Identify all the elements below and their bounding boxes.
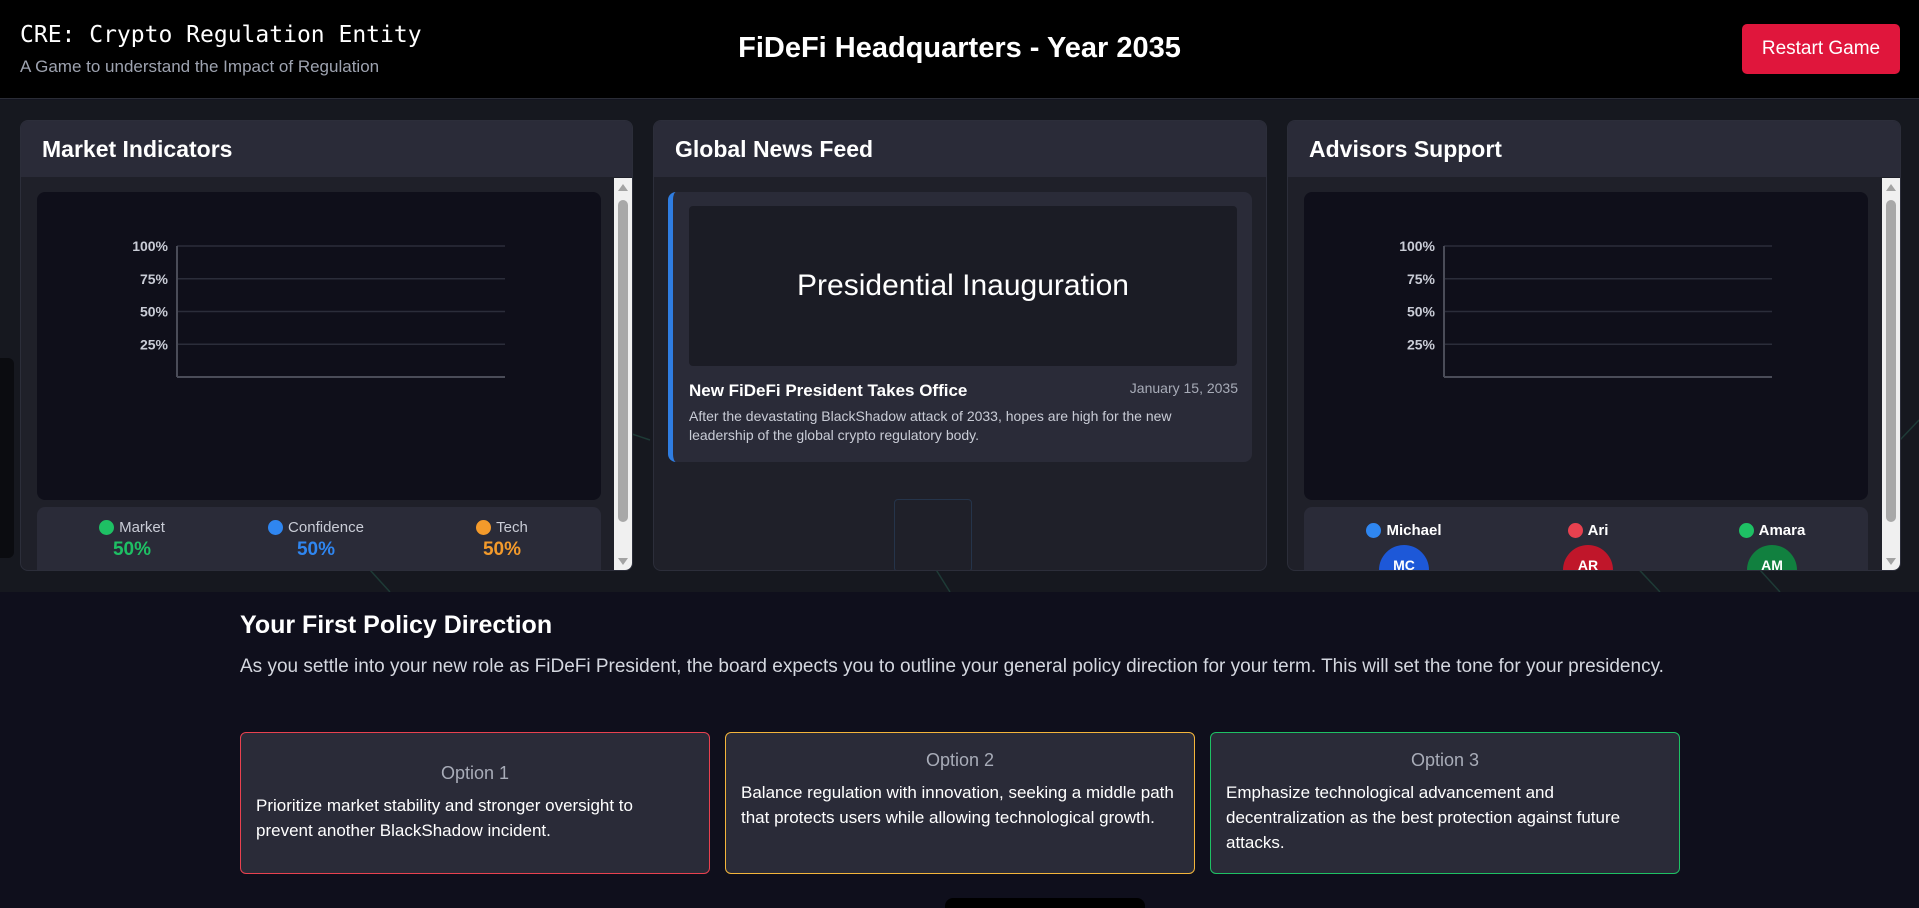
option-text: Prioritize market stability and stronger… [256,796,633,840]
policy-title: Your First Policy Direction [240,611,553,639]
bottom-action-button[interactable] [945,898,1145,908]
y-tick-label: 25% [1407,336,1436,352]
tech-dot-icon [476,520,492,535]
scroll-up-arrow-icon[interactable] [1886,184,1896,191]
policy-option-1[interactable]: Option 1 Prioritize market stability and… [240,732,710,874]
option-label: Option 2 [925,750,995,770]
indicator-tech: Tech 50% [427,519,577,561]
y-tick-label: 50% [1407,304,1436,320]
indicator-value: 50% [112,539,152,560]
michael-dot-icon [1366,523,1382,538]
indicator-label: Tech [496,519,528,536]
y-tick-label: 100% [1399,238,1435,254]
indicator-label: Market [119,519,165,536]
advisors-chart-svg: 100% 75% 50% 25% [1399,238,1772,378]
news-feed-title: Global News Feed [654,121,1266,177]
policy-option-2[interactable]: Option 2 Balance regulation with innovat… [725,732,1195,874]
policy-section: Your First Policy Direction As you settl… [0,592,1919,908]
avatar[interactable]: AM [1747,545,1797,570]
ari-dot-icon [1567,523,1583,538]
option-text: Emphasize technological advancement and … [1226,783,1621,852]
news-headline: New FiDeFi President Takes Office [689,381,968,400]
advisor-michael[interactable]: Michael MC [1344,522,1464,570]
amara-dot-icon [1738,523,1754,538]
option-label: Option 3 [1410,750,1480,770]
scroll-down-arrow-icon[interactable] [618,558,628,565]
y-tick-label: 25% [140,336,169,352]
scroll-thumb[interactable] [618,200,628,522]
y-tick-label: 100% [132,238,168,254]
scroll-up-arrow-icon[interactable] [618,184,628,191]
news-body: After the devastating BlackShadow attack… [689,408,1172,443]
policy-description: As you settle into your new role as FiDe… [240,656,1664,677]
advisors-legend: Michael MC Ari AR Amara AM [1304,507,1868,570]
option-label: Option 1 [440,763,510,783]
news-feed-panel: Global News Feed Presidential Inaugurati… [653,120,1267,571]
indicator-confidence: Confidence 50% [241,519,391,561]
advisor-name: Amara [1758,522,1806,539]
advisors-panel-scrollbar[interactable] [1882,178,1900,570]
y-tick-label: 75% [1407,271,1436,287]
avatar[interactable]: AR [1563,545,1613,570]
news-banner: Presidential Inauguration [689,206,1237,366]
network-node-decoration [894,499,972,570]
market-dot-icon [99,520,115,535]
market-indicators-legend: Market 50% Confidence 50% Tech 50% [37,507,601,570]
indicator-value: 50% [482,539,522,560]
restart-game-button[interactable]: Restart Game [1742,24,1900,74]
y-tick-label: 75% [140,271,169,287]
advisor-name: Ari [1587,522,1609,539]
advisor-ari[interactable]: Ari AR [1528,522,1648,570]
market-chart-svg: 100% 75% 50% 25% [132,238,505,378]
news-item[interactable]: Presidential Inauguration New FiDeFi Pre… [668,192,1252,462]
indicator-market: Market 50% [57,519,207,561]
advisors-panel: Advisors Support 100% 75% 50% 25% Michael M… [1287,120,1901,571]
advisors-title: Advisors Support [1288,121,1900,177]
scroll-thumb[interactable] [1886,200,1896,522]
market-panel-scrollbar[interactable] [614,178,632,570]
market-chart: 100% 75% 50% 25% [37,192,601,500]
confidence-dot-icon [268,520,284,535]
option-text: Balance regulation with innovation, seek… [741,783,1174,827]
policy-option-3[interactable]: Option 3 Emphasize technological advance… [1210,732,1680,874]
advisor-amara[interactable]: Amara AM [1712,522,1832,570]
indicator-label: Confidence [288,519,364,536]
advisor-name: Michael [1386,522,1442,539]
market-indicators-title: Market Indicators [21,121,632,177]
scroll-down-arrow-icon[interactable] [1886,558,1896,565]
news-date: January 15, 2035 [1129,380,1238,396]
side-tab[interactable] [0,358,14,558]
page-title: FiDeFi Headquarters - Year 2035 [738,32,1181,64]
top-bar: CRE: Crypto Regulation Entity A Game to … [0,0,1919,99]
avatar[interactable]: MC [1379,545,1429,570]
y-tick-label: 50% [140,304,169,320]
indicator-value: 50% [296,539,336,560]
market-indicators-panel: Market Indicators 100% 75% 50% 25% Market 5… [20,120,633,571]
advisors-chart: 100% 75% 50% 25% [1304,192,1868,500]
